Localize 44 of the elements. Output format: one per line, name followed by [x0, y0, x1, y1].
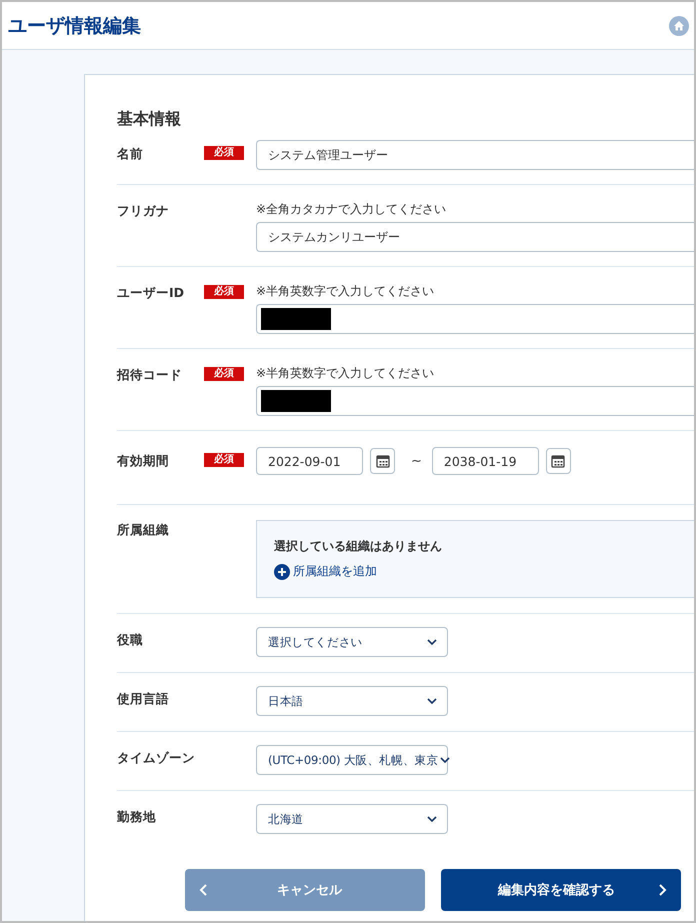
range-separator: ~ — [411, 454, 422, 468]
date-field[interactable]: 2022-09-01 — [256, 447, 363, 475]
chevron-down-icon — [427, 698, 437, 704]
text-field[interactable]: システムカンリユーザー — [256, 222, 694, 252]
field-label: 勤務地 — [117, 809, 157, 826]
page-title: ユーザ情報編集 — [8, 14, 141, 38]
required-badge: 必須 — [204, 146, 244, 160]
calendar-icon — [551, 454, 566, 468]
field-label: 所属組織 — [117, 522, 170, 539]
confirm-button[interactable]: 編集内容を確認する — [441, 869, 681, 911]
field-label: タイムゾーン — [117, 750, 196, 767]
field-label: フリガナ — [117, 203, 170, 220]
field-label: 使用言語 — [117, 691, 170, 708]
text-field[interactable]: システム管理ユーザー — [256, 140, 694, 170]
chevron-down-icon — [440, 757, 450, 763]
text-field[interactable] — [256, 304, 694, 334]
field-label: 役職 — [117, 632, 144, 649]
select-field[interactable]: 日本語 — [256, 686, 448, 716]
select-field[interactable]: 選択してください — [256, 627, 448, 657]
field-label: ユーザーID — [117, 285, 186, 302]
chevron-down-icon — [427, 816, 437, 822]
field-label: 招待コード — [117, 367, 183, 384]
chevron-right-icon — [658, 884, 667, 896]
hint-text: ※半角英数字で入力してください — [256, 283, 436, 299]
required-badge: 必須 — [204, 285, 244, 299]
calendar-icon — [376, 454, 390, 468]
section-heading: 基本情報 — [117, 109, 182, 130]
add-organization-link[interactable]: 所属組織を追加 — [274, 563, 377, 580]
date-field[interactable]: 2038-01-19 — [432, 447, 539, 475]
select-field[interactable]: 北海道 — [256, 804, 448, 834]
required-badge: 必須 — [204, 367, 244, 381]
calendar-button[interactable] — [370, 448, 395, 474]
plus-icon — [274, 564, 290, 580]
select-field[interactable]: (UTC+09:00) 大阪、札幌、東京 — [256, 745, 448, 775]
chevron-down-icon — [427, 639, 437, 645]
text-field[interactable] — [256, 386, 694, 416]
chevron-left-icon — [199, 884, 208, 896]
empty-message: 選択している組織はありません — [274, 538, 443, 555]
required-badge: 必須 — [204, 453, 244, 467]
hint-text: ※半角英数字で入力してください — [256, 365, 436, 381]
field-label: 有効期間 — [117, 453, 170, 470]
field-label: 名前 — [117, 146, 144, 163]
hint-text: ※全角カタカナで入力してください — [256, 201, 448, 217]
calendar-button[interactable] — [546, 448, 571, 474]
